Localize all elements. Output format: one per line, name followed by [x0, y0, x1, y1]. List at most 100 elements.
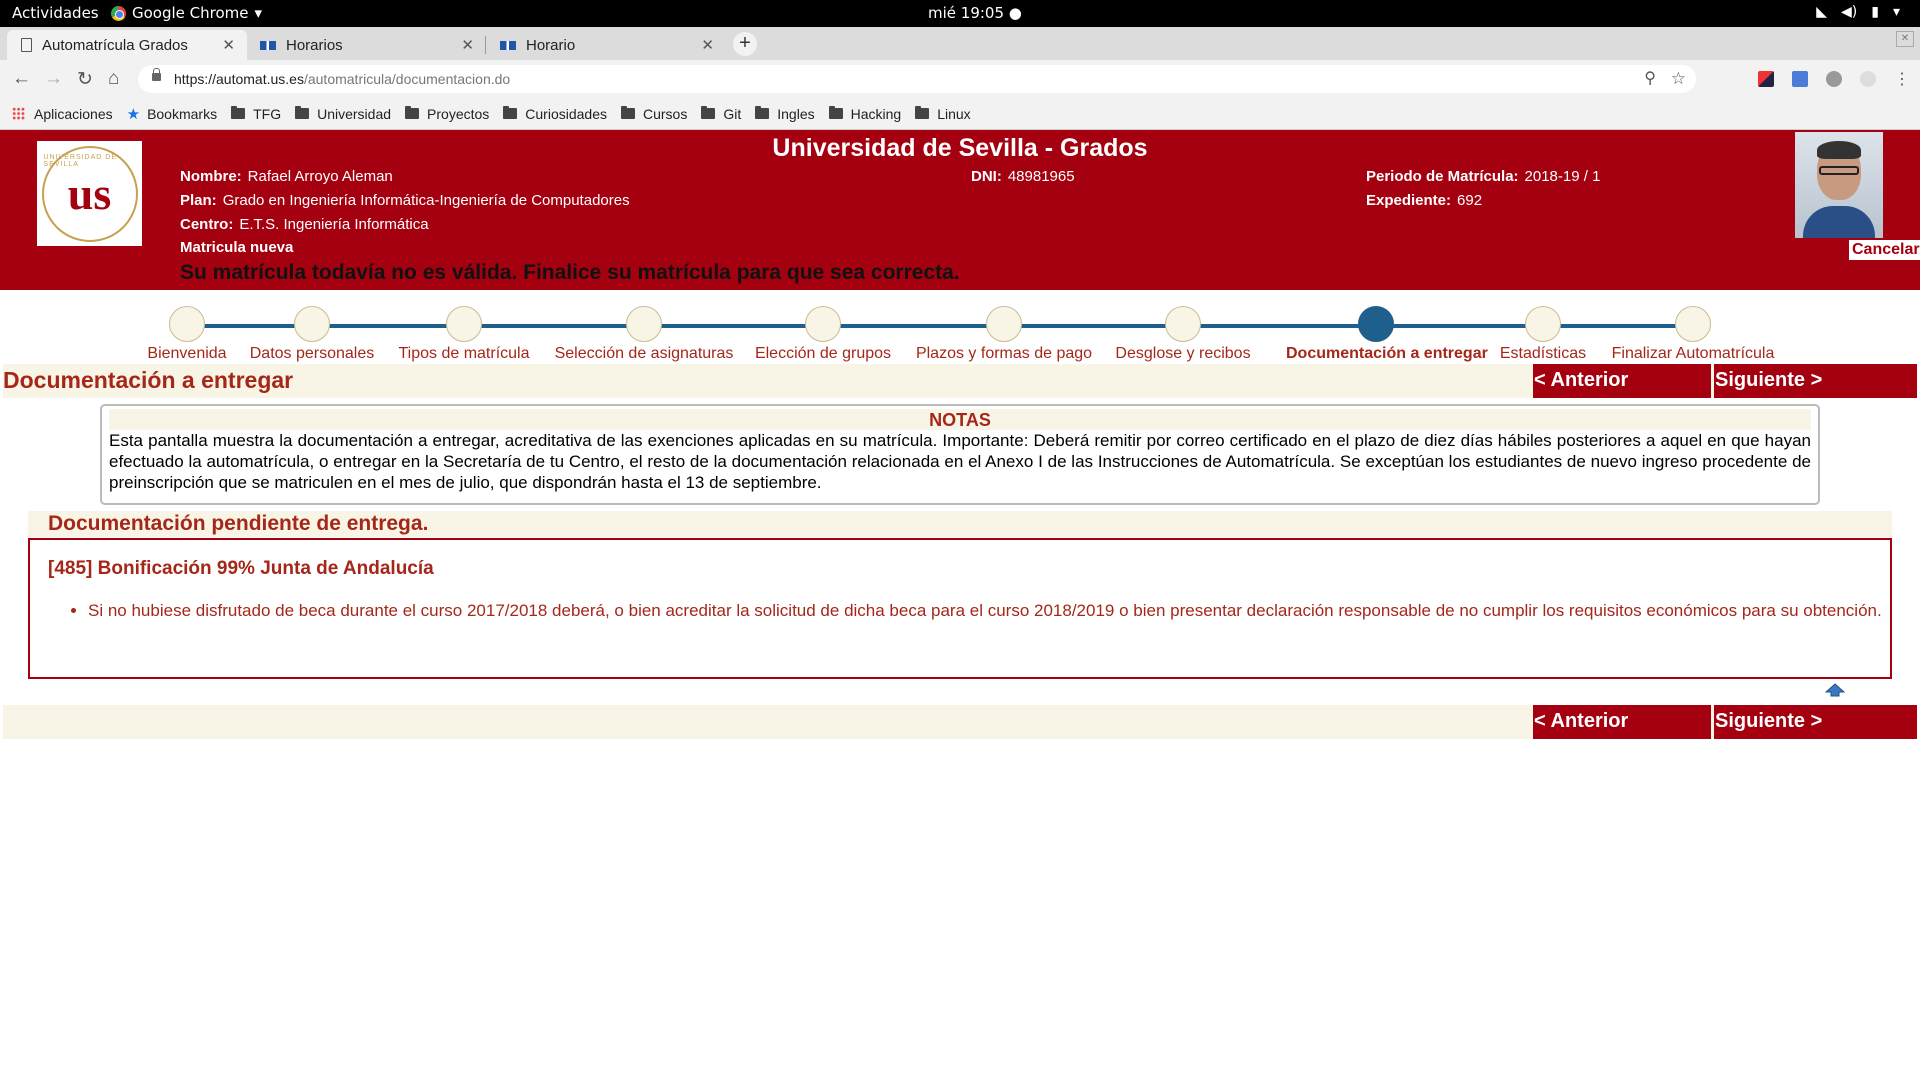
menu-icon[interactable]: ⋮: [1894, 69, 1910, 89]
field-label: Periodo de Matrícula:: [1366, 168, 1519, 185]
field-label: DNI:: [971, 168, 1002, 185]
bookmark-bookmarks[interactable]: ★ Bookmarks: [127, 105, 217, 123]
star-icon: ★: [126, 105, 141, 123]
volume-icon: ◀): [1841, 4, 1858, 20]
zoom-icon[interactable]: ⚲: [1644, 65, 1656, 93]
app-name: Google Chrome: [132, 4, 249, 22]
photo-glasses: [1819, 166, 1859, 175]
prev-button[interactable]: < Anterior: [1533, 705, 1711, 739]
page-header: UNIVERSIDAD DE SEVILLA us Universidad de…: [0, 130, 1920, 290]
step-label: Tipos de matrícula: [398, 345, 530, 362]
system-tray[interactable]: ◣ ◀) ▮ ▾: [1816, 4, 1900, 20]
tab-horarios[interactable]: Horarios ✕: [246, 30, 486, 60]
student-name-row: Nombre: Rafael Arroyo Aleman: [180, 168, 393, 185]
logo-monogram: us: [67, 168, 112, 219]
photo-shirt: [1803, 206, 1875, 238]
extension-icon[interactable]: [1826, 71, 1842, 87]
bookmark-folder-universidad[interactable]: Universidad: [295, 106, 391, 122]
battery-icon: ▮: [1871, 4, 1879, 20]
bookmark-star-icon[interactable]: ☆: [1671, 65, 1686, 93]
periodo-value: 2018-19 / 1: [1524, 168, 1601, 185]
bookmark-folder-linux[interactable]: Linux: [915, 105, 971, 122]
step-label: Selección de asignaturas: [554, 345, 734, 362]
field-label: Plan:: [180, 192, 217, 209]
cancel-button[interactable]: Cancelar: [1848, 239, 1920, 261]
student-name: Rafael Arroyo Aleman: [247, 168, 393, 185]
prev-button[interactable]: < Anterior: [1533, 364, 1711, 398]
bookmark-label: Hacking: [850, 105, 902, 122]
step-dot: [805, 306, 841, 342]
lock-icon: [152, 68, 161, 81]
step-dot: [1675, 306, 1711, 342]
app-menu[interactable]: Google Chrome ▾: [111, 4, 262, 22]
tab-title: Automatrícula Grados: [42, 36, 188, 54]
dni-value: 48981965: [1007, 168, 1075, 185]
next-button[interactable]: Siguiente >: [1714, 705, 1917, 739]
bookmark-folder-hacking[interactable]: Hacking: [828, 105, 902, 122]
os-top-bar: Actividades Google Chrome ▾ mié 19:05 ● …: [0, 0, 1920, 27]
step-tipos-matricula[interactable]: Tipos de matrícula: [374, 306, 554, 363]
back-icon[interactable]: ←: [12, 68, 31, 90]
bookmark-aplicaciones[interactable]: Aplicaciones: [12, 106, 113, 122]
folder-icon: [503, 106, 518, 119]
bookmark-folder-curiosidades[interactable]: Curiosidades: [503, 106, 607, 122]
step-dot: [626, 306, 662, 342]
step-label: Documentación a entregar: [1286, 345, 1488, 362]
address-bar[interactable]: https://automat.us.es/automatricula/docu…: [138, 65, 1696, 93]
expediente-value: 692: [1457, 192, 1483, 209]
scroll-to-top-icon[interactable]: [1825, 683, 1845, 697]
step-plazos-pago[interactable]: Plazos y formas de pago: [914, 306, 1094, 363]
activities-button[interactable]: Actividades: [12, 4, 99, 22]
step-label: Desglose y recibos: [1115, 345, 1251, 362]
bookmark-label: Linux: [937, 105, 971, 122]
folder-icon: [755, 106, 770, 119]
step-dot: [1525, 306, 1561, 342]
forward-icon[interactable]: →: [44, 68, 63, 90]
bookmark-folder-ingles[interactable]: Ingles: [755, 106, 815, 122]
step-dot: [446, 306, 482, 342]
document-icon: [21, 38, 32, 52]
home-icon[interactable]: ⌂: [108, 68, 119, 90]
tab-horario[interactable]: Horario ✕: [486, 30, 726, 60]
translate-icon[interactable]: [1792, 71, 1808, 87]
bookmark-label: Curiosidades: [525, 105, 607, 122]
pending-header: Documentación pendiente de entrega.: [28, 511, 1892, 537]
step-documentacion[interactable]: Documentación a entregar: [1286, 306, 1488, 363]
matricula-type: Matricula nueva: [180, 239, 294, 256]
bookmark-folder-git[interactable]: Git: [701, 106, 741, 122]
extensions: ⋮: [1758, 69, 1910, 89]
step-desglose-recibos[interactable]: Desglose y recibos: [1093, 306, 1273, 363]
reload-icon[interactable]: ↻: [77, 68, 93, 91]
step-finalizar[interactable]: Finalizar Automatrícula: [1603, 306, 1783, 363]
expediente-row: Expediente: 692: [1366, 192, 1482, 209]
tab-title: Horarios: [286, 36, 343, 54]
bookmark-label: Git: [723, 105, 742, 122]
url-path: /automatricula/documentacion.do: [303, 71, 511, 87]
step-dot: [294, 306, 330, 342]
close-icon[interactable]: ✕: [701, 36, 714, 54]
window-close-button[interactable]: ✕: [1896, 31, 1914, 47]
folder-icon: [231, 106, 246, 119]
clock[interactable]: mié 19:05 ●: [928, 4, 1022, 22]
step-eleccion-grupos[interactable]: Elección de grupos: [733, 306, 913, 363]
next-button[interactable]: Siguiente >: [1714, 364, 1917, 398]
step-dot: [986, 306, 1022, 342]
new-tab-button[interactable]: +: [733, 32, 757, 56]
centro-row: Centro: E.T.S. Ingeniería Informática: [180, 216, 429, 233]
bookmark-folder-proyectos[interactable]: Proyectos: [405, 106, 489, 122]
plan-row: Plan: Grado en Ingeniería Informática-Ing…: [180, 192, 630, 209]
profile-icon[interactable]: [1860, 71, 1876, 87]
pending-title: Documentación pendiente de entrega.: [48, 512, 429, 535]
extension-flag-icon[interactable]: [1758, 71, 1774, 87]
section-bar: Documentación a entregar < Anterior Sigu…: [3, 364, 1917, 398]
enrollment-warning: Su matrícula todavía no es válida. Final…: [180, 261, 960, 284]
favicon-icon: [260, 40, 276, 50]
close-icon[interactable]: ✕: [222, 36, 235, 54]
bookmark-folder-cursos[interactable]: Cursos: [621, 106, 687, 122]
pending-item-list: Si no hubiese disfrutado de beca durante…: [88, 600, 1888, 621]
page-title: Universidad de Sevilla - Grados: [772, 134, 1148, 162]
bookmark-folder-tfg[interactable]: TFG: [231, 106, 281, 122]
close-icon[interactable]: ✕: [461, 36, 474, 54]
step-seleccion-asignaturas[interactable]: Selección de asignaturas: [554, 306, 734, 363]
tab-automatricula[interactable]: Automatrícula Grados ✕: [7, 30, 247, 60]
